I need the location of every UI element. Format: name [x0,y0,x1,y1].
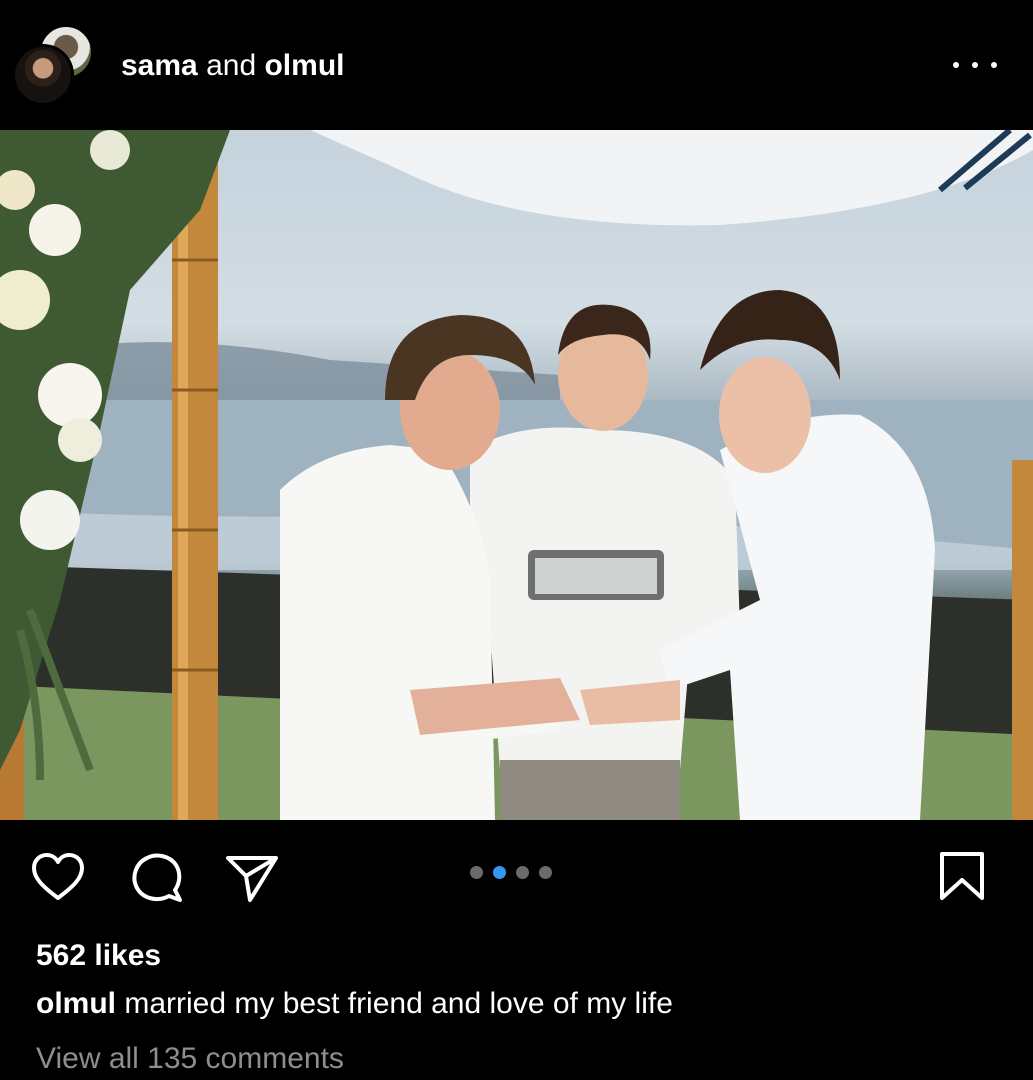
more-horizontal-icon-dot [991,62,997,68]
post-caption: olmul married my best friend and love of… [36,985,673,1023]
wedding-photo-illustration [0,130,1033,820]
post-actions [0,820,1033,930]
heart-icon [32,853,84,900]
caption-text: married my best friend and love of my li… [124,987,673,1020]
more-options-button[interactable] [953,48,997,82]
like-button[interactable] [30,850,86,906]
caption-username[interactable]: olmul [36,987,116,1020]
likes-count[interactable]: 562 likes [36,938,161,974]
save-button[interactable] [934,850,990,906]
paper-plane-icon [226,856,278,902]
post-authors: sama and olmul [121,48,344,84]
post-photo[interactable] [0,130,1033,820]
bookmark-icon [940,852,984,900]
author-secondary[interactable]: olmul [264,49,344,82]
more-horizontal-icon-dot [972,62,978,68]
view-comments-link[interactable]: View all 135 comments [36,1040,344,1078]
carousel-dot [470,866,483,879]
post-header: sama and olmul [0,0,1033,130]
carousel-dot-active [493,866,506,879]
author-primary[interactable]: sama [121,49,198,82]
carousel-dot [539,866,552,879]
avatar-sama[interactable] [12,44,74,106]
share-button[interactable] [224,850,280,906]
author-joiner: and [206,49,257,82]
comment-button[interactable] [128,850,184,906]
carousel-indicator [470,866,552,879]
comment-bubble-icon [132,853,182,902]
avatar-stack[interactable] [12,24,96,108]
more-horizontal-icon [953,62,959,68]
carousel-dot [516,866,529,879]
